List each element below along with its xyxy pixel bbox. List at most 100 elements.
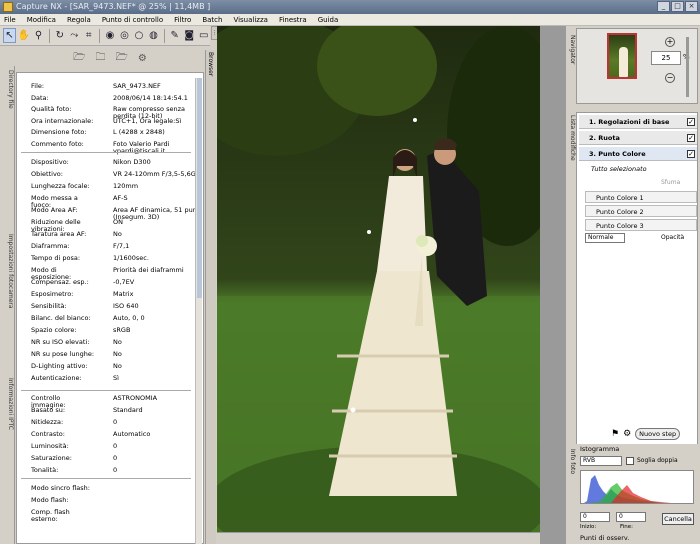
metadata-key: Sensibilità: — [31, 302, 67, 310]
start-label: Inizio: — [580, 524, 597, 530]
crop-icon[interactable]: ⌗ — [83, 28, 95, 43]
tab-browser[interactable]: Browser — [205, 50, 216, 544]
folder-up-icon[interactable]: 🗀 — [96, 50, 106, 67]
metadata-row: Commento foto: Foto Valerio Pardi vpardi@… — [31, 140, 201, 154]
photo-scrollbar[interactable] — [217, 532, 540, 544]
blend-mode-select[interactable]: Normale — [585, 233, 625, 243]
tab-lista-modifiche[interactable]: Lista modifiche — [566, 112, 576, 176]
metadata-key: Tonalità: — [31, 466, 59, 474]
control-point-3[interactable]: Punto Colore 3 — [585, 219, 697, 231]
metadata-key: Dispositivo: — [31, 158, 69, 166]
metadata-row: Ora internazionale: UTC+1, Ora legale:Sì — [31, 117, 201, 129]
menu-finestra[interactable]: Finestra — [279, 16, 307, 24]
metadata-value: Standard — [113, 406, 143, 414]
cancel-button[interactable]: Cancella — [662, 513, 694, 525]
straighten-icon[interactable]: ⤳ — [68, 28, 80, 43]
end-field[interactable]: 0 — [616, 512, 646, 522]
maximize-button[interactable]: □ — [671, 1, 684, 12]
menu-regola[interactable]: Regola — [67, 16, 91, 24]
redeye-icon[interactable]: ◙ — [183, 28, 195, 43]
zoom-field[interactable]: 25 — [651, 51, 681, 65]
tab-navigator[interactable]: Navigator — [566, 32, 576, 82]
step-checkbox[interactable]: ✓ — [687, 118, 695, 126]
white-point-icon[interactable]: ○ — [133, 28, 145, 43]
new-step-button[interactable]: Nuovo step — [635, 428, 681, 440]
metadata-scrollbar[interactable] — [195, 78, 202, 544]
opacity-label[interactable]: Opacità — [661, 234, 684, 241]
metadata-key: NR su pose lunghe: — [31, 350, 95, 358]
zoom-out-icon[interactable]: − — [665, 73, 675, 83]
threshold-checkbox[interactable] — [626, 457, 634, 465]
metadata-row: Nitidezza: 0 — [31, 419, 201, 430]
metadata-key: Modo sincro flash: — [31, 484, 90, 492]
flag-icon[interactable]: ⚑ — [611, 429, 619, 439]
minimize-button[interactable]: _ — [657, 1, 670, 12]
metadata-row: Riduzione delle vibrazioni: ON — [31, 218, 201, 233]
navigator-thumbnail[interactable] — [607, 33, 637, 79]
rotate-icon[interactable]: ↻ — [54, 28, 66, 43]
title-bar: Capture NX - [SAR_9473.NEF* @ 25% | 11,4… — [0, 0, 700, 14]
zoom-tool-icon[interactable]: ⚲ — [32, 28, 44, 43]
metadata-panel: File: SAR_9473.NEF Data: 2008/06/14 18:14:5… — [16, 72, 204, 544]
gradient-icon[interactable]: ▭ — [197, 28, 209, 43]
metadata-row: Sensibilità: ISO 640 — [31, 303, 201, 314]
metadata-key: Spazio colore: — [31, 326, 77, 334]
metadata-row: Lunghezza focale: 120mm — [31, 183, 201, 194]
zoom-slider[interactable] — [686, 37, 689, 97]
brush-icon[interactable]: ✎ — [169, 28, 181, 43]
step-ruota[interactable]: 2. Ruota ✓ — [579, 131, 697, 145]
menu-visualizza[interactable]: Visualizza — [233, 16, 267, 24]
folder-back-icon[interactable]: 🗁 — [73, 50, 85, 67]
metadata-key: NR su ISO elevati: — [31, 338, 90, 346]
step-checkbox[interactable]: ✓ — [687, 134, 695, 142]
tab-directory-file[interactable]: Directory file — [1, 68, 14, 128]
control-point-2[interactable]: Punto Colore 2 — [585, 205, 697, 217]
metadata-key: Autenticazione: — [31, 374, 82, 382]
settings-icon[interactable]: ⚙ — [138, 53, 147, 64]
tab-impostazioni-fotocamera[interactable]: Impostazioni fotocamera — [1, 232, 14, 342]
hand-tool-icon[interactable]: ✋ — [18, 28, 30, 43]
black-point-icon[interactable]: ◉ — [104, 28, 116, 43]
metadata-row: Esposimetro: Matrix — [31, 291, 201, 302]
color-point-icon[interactable]: ◍ — [147, 28, 159, 43]
scope-label[interactable]: Tutto selezionato — [591, 165, 647, 173]
metadata-value: ON — [113, 218, 123, 226]
metadata-row: Spazio colore: sRGB — [31, 327, 201, 338]
folder-favorites-icon[interactable]: 🗁 — [116, 50, 128, 67]
menu-modifica[interactable]: Modifica — [27, 16, 56, 24]
app-icon — [3, 2, 13, 12]
metadata-key: File: — [31, 82, 45, 90]
tool-bar: ↖ ✋ ⚲ ↻ ⤳ ⌗ ◉ ◎ ○ ◍ ✎ ◙ ▭ — [0, 26, 210, 46]
neutral-point-icon[interactable]: ◎ — [118, 28, 130, 43]
metadata-key: D-Lighting attivo: — [31, 362, 88, 370]
metadata-value: Automatico — [113, 430, 151, 438]
menu-filtro[interactable]: Filtro — [174, 16, 191, 24]
sfuma-label[interactable]: Sfuma — [661, 179, 680, 186]
observation-points[interactable]: Punti di osserv. — [580, 534, 629, 542]
menu-file[interactable]: File — [4, 16, 16, 24]
metadata-key: Saturazione: — [31, 454, 72, 462]
close-button[interactable]: × — [685, 1, 698, 12]
right-panel: Navigator Lista modifiche Info foto + 25… — [566, 26, 700, 544]
tab-informazioni-iptc[interactable]: Informazioni IPTC — [1, 376, 14, 456]
metadata-key: Comp. flash esterno: — [31, 508, 70, 523]
histogram-graph[interactable] — [580, 470, 694, 504]
channel-select[interactable]: RVB — [580, 456, 622, 466]
start-field[interactable]: 0 — [580, 512, 610, 522]
step-checkbox[interactable]: ✓ — [687, 150, 695, 158]
control-point-1[interactable]: Punto Colore 1 — [585, 191, 697, 203]
menu-punto-di-controllo[interactable]: Punto di controllo — [102, 16, 163, 24]
tab-info-foto[interactable]: Info foto — [566, 446, 576, 482]
menu-guida[interactable]: Guida — [318, 16, 339, 24]
step-punto-colore[interactable]: 3. Punto Colore ✓ — [579, 147, 697, 161]
step-regolazioni-di-base[interactable]: 1. Regolazioni di base ✓ — [579, 115, 697, 129]
main-photo[interactable] — [217, 26, 540, 532]
zoom-in-icon[interactable]: + — [665, 37, 675, 47]
edit-list-tools: ⚑ ⚙ Nuovo step — [611, 426, 699, 442]
metadata-row: Modo di esposizione: Priorità dei diafram… — [31, 267, 201, 281]
gear-icon[interactable]: ⚙ — [623, 429, 631, 439]
arrow-tool-icon[interactable]: ↖ — [3, 28, 16, 43]
metadata-row: Dispositivo: Nikon D300 — [31, 159, 201, 170]
menu-batch[interactable]: Batch — [202, 16, 222, 24]
metadata-row: D-Lighting attivo: No — [31, 363, 201, 374]
